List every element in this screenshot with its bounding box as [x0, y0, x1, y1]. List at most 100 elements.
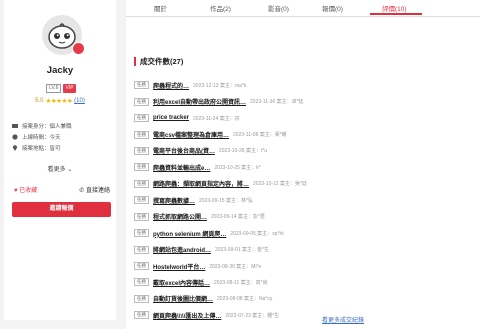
see-more-button[interactable]: 看更多 ⌄: [4, 164, 116, 173]
review-count-link[interactable]: (10): [74, 98, 85, 104]
deal-meta: 2023-10-12 案主：吳*廷: [253, 181, 307, 188]
list-item: 任務 利用excel自動帶出政府公開資訊… 2023-11-30 案主：卓*廷: [134, 93, 474, 109]
deal-meta: 2023-08-30 案主：Mi*e: [209, 263, 262, 270]
list-item: 任務 撰寫爬蟲數據… 2023-09-15 案主：林*弘: [134, 192, 474, 208]
location-icon: [12, 144, 18, 151]
user-name: Jacky: [46, 65, 74, 76]
deal-title-link[interactable]: 戴取excel內容傳話…: [153, 278, 210, 287]
deal-title-link[interactable]: 爬蟲資料並輸出成e…: [153, 163, 210, 172]
profile-actions: ♥ 已收藏 ✆ 直接連絡: [14, 185, 110, 194]
deal-meta: 2023-09-14 案主：彭*君: [211, 214, 265, 221]
deal-meta: 2023-09-01 案主：金*生: [215, 247, 269, 254]
deal-meta: 2023-08-08 案主：Na*cy: [217, 296, 273, 303]
list-item: 任務 python selenium 網頁爬… 2023-09-05 案主：sp*r…: [134, 225, 474, 241]
list-item: 任務 爬蟲程式的… 2023-12-13 案主：ma*k: [134, 77, 474, 93]
list-item: 任務 將網站包進android… 2023-09-01 案主：金*生: [134, 241, 474, 257]
section-marker: [134, 57, 136, 66]
task-tag: 任務: [134, 163, 149, 172]
info-row: 接案身分：個人兼職: [12, 120, 72, 131]
deal-title-link[interactable]: Hostelworld平台…: [153, 262, 205, 271]
task-tag: 任務: [134, 245, 149, 254]
task-tag: 任務: [134, 212, 149, 221]
task-tag: 任務: [134, 311, 149, 320]
deal-title-link[interactable]: 撰寫爬蟲數據…: [153, 196, 195, 205]
invite-quote-button[interactable]: 邀請報價: [12, 202, 111, 217]
clock-icon: [12, 133, 18, 140]
task-tag: 任務: [134, 196, 149, 205]
main-panel: 關於 作品(2) 影音(0) 報價(0) 評價(10) 成交件數(27) 任務爬…: [126, 0, 480, 329]
favorite-label: 已收藏: [19, 188, 38, 194]
task-tag: 任務: [134, 229, 149, 238]
info-identity: 接案身分：個人兼職: [22, 123, 72, 130]
rating-score: 5.0: [35, 98, 44, 104]
level-badges: LV.6 VIP: [46, 84, 76, 93]
task-tag: 任務: [134, 81, 149, 90]
tab-quotes[interactable]: 報價(0): [322, 3, 343, 13]
list-item: 任務 自動訂貨後圖比價網… 2023-08-08 案主：Na*cy: [134, 291, 474, 307]
profile-info: 接案身分：個人兼職 上線時間：今天 接案地點：皆可: [12, 120, 72, 153]
tab-about[interactable]: 關於: [154, 3, 167, 13]
section-title: 成交件數(27): [134, 56, 183, 67]
task-tag: 任務: [134, 179, 149, 188]
profile-card: Jacky LV.6 VIP 5.0 ★★★★★ (10) 接案身分：個人兼職 …: [4, 0, 116, 320]
active-tab-indicator: [370, 13, 422, 15]
task-tag: 任務: [134, 278, 149, 287]
deal-title-link[interactable]: 自動訂貨後圖比價網…: [153, 294, 213, 303]
task-tag: 任務: [134, 294, 149, 303]
list-item: 任務 電商平台後台商品(資… 2023-10-26 案主：t*u: [134, 143, 474, 159]
deal-meta: 2023-11-30 案主：卓*廷: [250, 99, 304, 106]
deal-list: 任務 爬蟲程式的… 2023-12-13 案主：ma*k 任務 利用excel自動帶出政…: [134, 77, 474, 324]
list-item: 任務 網路爬蟲：擷取網頁指定內容，將… 2023-10-12 案主：吳*廷: [134, 176, 474, 192]
tab-videos[interactable]: 影音(0): [268, 3, 289, 13]
favorite-button[interactable]: ♥ 已收藏: [14, 185, 37, 194]
list-item: 任務 price tracker 2023-11-24 案主：宗: [134, 110, 474, 126]
deal-meta: 2023-08-11 案主：高*良: [214, 279, 268, 286]
list-item: 任務 電商csv檔案整理為倉庫用… 2023-11-08 案主：黃*耀: [134, 126, 474, 142]
deal-meta: 2023-10-25 案主：k*: [214, 164, 261, 171]
rating: 5.0 ★★★★★ (10): [4, 97, 116, 105]
task-tag: 任務: [134, 146, 149, 155]
level-badge: LV.6: [46, 84, 62, 93]
deal-meta: 2023-11-24 案主：宗: [193, 115, 240, 122]
tab-works[interactable]: 作品(2): [210, 3, 231, 13]
list-item: 任務 爬蟲資料並輸出成e… 2023-10-25 案主：k*: [134, 159, 474, 175]
deal-title-link[interactable]: python selenium 網頁爬…: [153, 229, 226, 238]
info-row: 接案地點：皆可: [12, 142, 72, 153]
info-location: 接案地點：皆可: [22, 145, 61, 152]
info-online-time: 上線時間：今天: [22, 134, 61, 141]
deal-title-link[interactable]: 利用excel自動帶出政府公開資訊…: [153, 97, 246, 106]
task-tag: 任務: [134, 130, 149, 139]
deal-meta: 2023-10-26 案主：t*u: [219, 148, 268, 155]
edit-badge-icon[interactable]: [72, 42, 85, 55]
deal-title-link[interactable]: 爬蟲程式的…: [153, 81, 189, 90]
vip-badge: VIP: [63, 84, 76, 93]
task-tag: 任務: [134, 97, 149, 106]
deal-title-link[interactable]: 網路爬蟲：擷取網頁指定內容，將…: [153, 179, 249, 188]
contact-label: 直接連絡: [85, 188, 110, 194]
task-tag: 任務: [134, 114, 149, 123]
tab-bar: 關於 作品(2) 影音(0) 報價(0) 評價(10): [126, 0, 480, 17]
contact-button[interactable]: ✆ 直接連絡: [79, 185, 110, 194]
tab-reviews[interactable]: 評價(10): [382, 3, 407, 13]
list-item: 任務 網頁爬蟲\\\\\匯出及上傳… 2023-07-23 案主：鍾*生: [134, 307, 474, 323]
deal-meta: 2023-09-05 案主：sp*rk: [230, 230, 284, 237]
section-title-text: 成交件數(27): [140, 57, 184, 66]
list-item: 任務 程式抓取網路公開… 2023-09-14 案主：彭*君: [134, 209, 474, 225]
deal-title-link[interactable]: 程式抓取網路公開…: [153, 212, 207, 221]
more-deals-link[interactable]: 看更多成交紀錄: [322, 315, 364, 324]
deal-meta: 2023-09-15 案主：林*弘: [199, 197, 253, 204]
deal-title-link[interactable]: 將網站包進android…: [153, 245, 211, 254]
list-item: 任務 戴取excel內容傳話… 2023-08-11 案主：高*良: [134, 274, 474, 290]
deal-title-link[interactable]: 網頁爬蟲\\\\\匯出及上傳…: [153, 311, 221, 320]
deal-meta: 2023-07-23 案主：鍾*生: [225, 312, 280, 319]
deal-title-link[interactable]: 電商平台後台商品(資…: [153, 146, 215, 155]
task-tag: 任務: [134, 262, 149, 271]
info-row: 上線時間：今天: [12, 131, 72, 142]
id-card-icon: [12, 123, 18, 128]
star-icon: ★★★★★: [45, 98, 73, 105]
list-item: 任務 Hostelworld平台… 2023-08-30 案主：Mi*e: [134, 258, 474, 274]
deal-title-link[interactable]: 電商csv檔案整理為倉庫用…: [153, 130, 229, 139]
deal-meta: 2023-12-13 案主：ma*k: [193, 82, 247, 89]
deal-meta: 2023-11-08 案主：黃*耀: [233, 132, 287, 139]
deal-title-link[interactable]: price tracker: [153, 115, 189, 121]
